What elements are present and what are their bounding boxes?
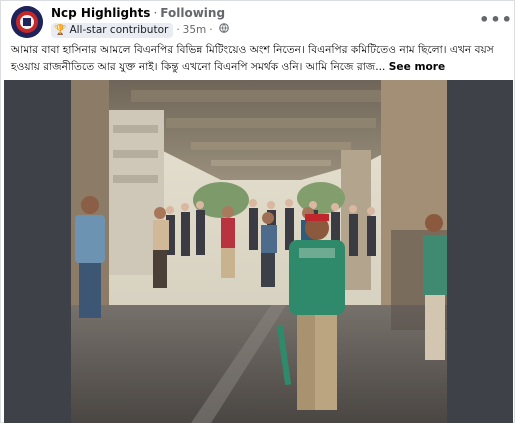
separator-dot: · [153,6,158,20]
meta-row: 🏆 All-star contributor · 35m · [51,23,229,38]
see-more-link[interactable]: See more [389,61,445,73]
post-timestamp[interactable]: 35m [183,23,207,38]
more-horizontal-icon: ••• [479,9,513,29]
post-card: Ncp Highlights · Following 🏆 All-star cont… [0,0,515,423]
following-button[interactable]: Following [160,6,225,20]
all-star-badge[interactable]: 🏆 All-star contributor [51,23,174,38]
header-text: Ncp Highlights · Following 🏆 All-star cont… [51,6,229,38]
separator-dot: · [176,24,180,36]
crowd-walking-photo [71,80,447,423]
post-photo[interactable] [71,80,447,423]
more-options-button[interactable]: ••• [479,7,512,31]
page-avatar[interactable] [11,6,43,38]
post-photo-container[interactable] [4,80,513,423]
globe-icon [218,23,229,38]
separator-dot: · [209,24,213,36]
name-row: Ncp Highlights · Following [51,6,229,21]
trophy-icon: 🏆 [54,25,67,36]
page-name[interactable]: Ncp Highlights [51,6,150,20]
post-text: আমার বাবা হাসিনার আমলে বিএনপির বিভিন্ন ম… [11,42,501,76]
post-header: Ncp Highlights · Following 🏆 All-star cont… [11,4,504,40]
page-logo-icon [11,6,43,38]
badge-label: All-star contributor [69,24,169,36]
